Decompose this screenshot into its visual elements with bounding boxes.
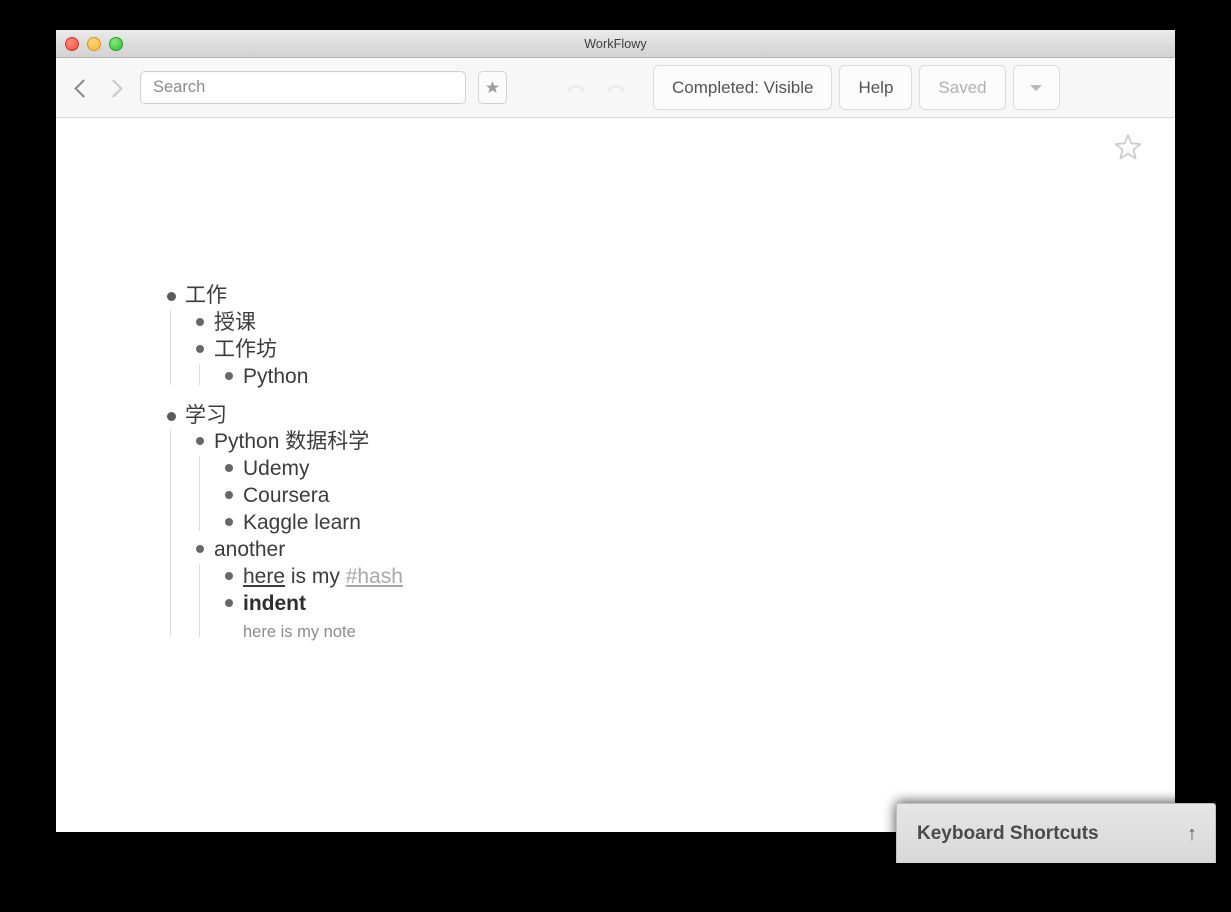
star-filled-icon	[485, 81, 500, 94]
title-bar: WorkFlowy	[56, 30, 1175, 58]
outline-item[interactable]: 授课	[186, 310, 1175, 337]
outline-children: Python 数据科学 Udemy Coursera Kaggle learn …	[157, 429, 1175, 643]
outline-root: 工作 授课 工作坊 Python 学习 Python 数据科学 Udemy Co…	[157, 283, 1175, 643]
outline-item-text[interactable]: Python	[243, 364, 308, 391]
redo-icon[interactable]	[605, 80, 627, 96]
bullet-column	[186, 429, 214, 446]
outline-item-text[interactable]: 工作	[185, 283, 227, 310]
bullet-icon[interactable]	[166, 411, 176, 421]
bullet-icon[interactable]	[196, 344, 204, 353]
inline-link[interactable]: here	[243, 565, 285, 588]
star-outline-icon	[1114, 134, 1142, 160]
bullet-column	[215, 591, 243, 607]
bullet-icon[interactable]	[225, 464, 233, 473]
menu-dropdown-button[interactable]	[1012, 65, 1060, 110]
outline-item-text[interactable]: 工作坊	[214, 337, 277, 364]
outline-item[interactable]: Coursera	[215, 483, 1175, 510]
outline-item-text[interactable]: 学习	[185, 403, 227, 430]
outline-item[interactable]: Python	[215, 364, 1175, 391]
completed-visibility-button[interactable]: Completed: Visible	[653, 65, 833, 110]
help-button[interactable]: Help	[839, 65, 913, 110]
outline-item-note[interactable]: here is my note	[243, 618, 356, 643]
starred-filter-button[interactable]	[478, 71, 507, 104]
search-field[interactable]	[140, 71, 466, 104]
bullet-icon[interactable]	[225, 571, 233, 580]
outline-item-text[interactable]: indent	[243, 591, 356, 618]
maximize-button[interactable]	[109, 36, 123, 51]
outline-item-text[interactable]: Coursera	[243, 483, 329, 510]
toolbar: Completed: Visible Help Saved	[56, 58, 1175, 118]
back-icon[interactable]	[74, 75, 90, 101]
outline-item[interactable]: 学习	[157, 391, 1175, 430]
bullet-column	[186, 337, 214, 353]
toolbar-button-group: Completed: Visible Help Saved	[653, 65, 1060, 110]
bullet-column	[215, 483, 243, 500]
inline-plain-text: is my	[285, 564, 346, 588]
bullet-icon[interactable]	[196, 317, 204, 326]
bullet-column	[157, 283, 185, 301]
bullet-icon[interactable]	[225, 518, 233, 526]
outline-item-text[interactable]: Udemy	[243, 456, 310, 483]
save-status-button[interactable]: Saved	[919, 65, 1006, 110]
inline-hashtag[interactable]: #hash	[346, 565, 403, 588]
outline-children: Udemy Coursera Kaggle learn	[186, 456, 1175, 537]
keyboard-shortcuts-panel[interactable]: Keyboard Shortcuts ↑	[896, 803, 1216, 863]
bullet-icon[interactable]	[225, 598, 233, 607]
outline-children: Python	[186, 363, 1175, 391]
outline-item-with-note: indent here is my note	[243, 591, 356, 643]
outline-item[interactable]: Kaggle learn	[215, 510, 1175, 537]
bullet-icon[interactable]	[225, 371, 233, 380]
close-button[interactable]	[65, 36, 79, 51]
minimize-button[interactable]	[87, 36, 101, 51]
bullet-icon[interactable]	[196, 437, 204, 446]
bullet-column	[186, 310, 214, 326]
outline-item[interactable]: here is my #hash	[215, 564, 1175, 591]
bullet-column	[215, 510, 243, 526]
window-title: WorkFlowy	[584, 36, 647, 51]
navigation-buttons	[74, 75, 122, 101]
outline-item[interactable]: 工作坊	[186, 337, 1175, 364]
content-area: 工作 授课 工作坊 Python 学习 Python 数据科学 Udemy Co…	[56, 118, 1175, 831]
outline-item[interactable]: indent here is my note	[215, 591, 1175, 643]
outline-children: 授课 工作坊 Python	[157, 309, 1175, 391]
outline-item-text[interactable]: Kaggle learn	[243, 510, 361, 537]
bullet-icon[interactable]	[225, 491, 233, 500]
outline-item[interactable]: Udemy	[215, 456, 1175, 483]
bullet-icon[interactable]	[166, 292, 176, 301]
undo-icon[interactable]	[565, 80, 587, 96]
arrow-up-icon[interactable]: ↑	[1187, 824, 1197, 844]
bullet-icon[interactable]	[196, 544, 204, 553]
forward-icon[interactable]	[106, 75, 122, 101]
bullet-column	[186, 537, 214, 553]
bullet-column	[157, 403, 185, 421]
chevron-down-icon	[1030, 84, 1043, 91]
outline-item-text[interactable]: another	[214, 537, 285, 564]
window-controls	[65, 30, 123, 57]
outline-children: here is my #hash indent here is my note	[186, 563, 1175, 643]
bullet-column	[215, 364, 243, 380]
bullet-column	[215, 456, 243, 473]
undo-redo-group	[565, 80, 627, 96]
outline-item[interactable]: Python 数据科学	[186, 429, 1175, 456]
app-window: WorkFlowy Completed: Visibl	[56, 30, 1216, 863]
page-star-button[interactable]	[1113, 132, 1143, 162]
keyboard-shortcuts-title: Keyboard Shortcuts	[917, 822, 1099, 844]
outline-item-text[interactable]: Python 数据科学	[214, 429, 369, 456]
outline-item-text-rich[interactable]: here is my #hash	[243, 564, 403, 591]
outline-item[interactable]: another	[186, 537, 1175, 564]
outline-item[interactable]: 工作	[157, 283, 1175, 310]
search-input[interactable]	[151, 77, 455, 98]
bullet-column	[215, 564, 243, 580]
outline-item-text[interactable]: 授课	[214, 310, 256, 337]
